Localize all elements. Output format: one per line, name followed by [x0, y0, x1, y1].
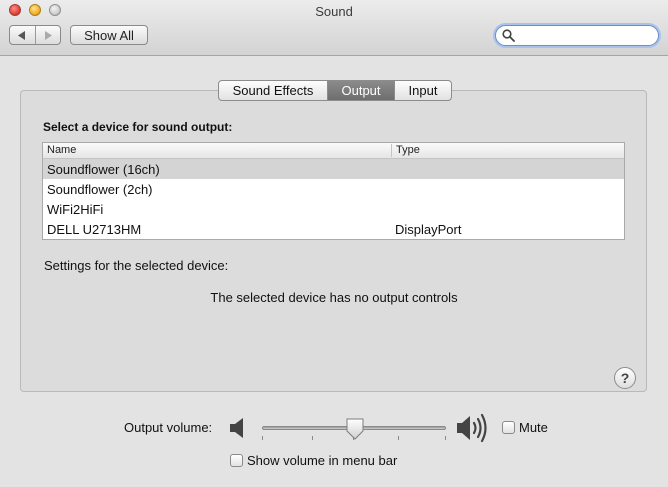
- table-row[interactable]: WiFi2HiFi: [43, 199, 624, 219]
- table-row[interactable]: DELL U2713HM DisplayPort: [43, 219, 624, 239]
- device-name: Soundflower (16ch): [47, 162, 160, 177]
- speaker-high-icon: [457, 413, 487, 443]
- pane-tabs: Sound Effects Output Input: [218, 80, 452, 101]
- table-row[interactable]: Soundflower (16ch): [43, 159, 624, 179]
- tab-output[interactable]: Output: [327, 81, 394, 100]
- mute-label[interactable]: Mute: [519, 420, 548, 435]
- show-all-button[interactable]: Show All: [70, 25, 148, 45]
- help-icon: ?: [620, 370, 630, 386]
- mute-checkbox[interactable]: [502, 421, 515, 434]
- chevron-right-icon: [44, 30, 52, 40]
- device-name: DELL U2713HM: [47, 222, 142, 237]
- window-title: Sound: [315, 4, 353, 19]
- output-volume-slider[interactable]: [261, 418, 447, 444]
- tab-sound-effects[interactable]: Sound Effects: [219, 81, 327, 100]
- show-volume-in-menu-bar-checkbox[interactable]: [230, 454, 243, 467]
- search-icon: [502, 29, 515, 42]
- show-volume-in-menu-bar-label[interactable]: Show volume in menu bar: [247, 453, 397, 468]
- device-type: DisplayPort: [395, 222, 462, 237]
- column-header-type[interactable]: Type: [396, 144, 420, 156]
- output-volume-label: Output volume:: [124, 420, 213, 435]
- output-panel: [20, 90, 647, 392]
- no-output-controls-message: The selected device has no output contro…: [210, 290, 458, 305]
- device-list-heading: Select a device for sound output:: [43, 120, 233, 134]
- forward-button[interactable]: [36, 26, 61, 44]
- slider-tick: [262, 436, 263, 440]
- slider-tick: [445, 436, 446, 440]
- back-forward-control: [9, 25, 61, 45]
- slider-thumb[interactable]: [346, 418, 364, 440]
- device-settings-label: Settings for the selected device:: [44, 258, 229, 273]
- search-field[interactable]: [495, 25, 659, 46]
- column-header-name[interactable]: Name: [47, 144, 76, 156]
- help-button[interactable]: ?: [614, 367, 636, 389]
- slider-tick: [398, 436, 399, 440]
- output-device-table[interactable]: Name Type Soundflower (16ch) Soundflower…: [42, 142, 625, 240]
- sound-preferences-window: Sound Show All Sound Effects Output Inpu…: [0, 0, 668, 487]
- column-divider: [391, 144, 392, 157]
- table-header: Name Type: [43, 143, 624, 159]
- tab-input[interactable]: Input: [394, 81, 451, 100]
- back-button[interactable]: [10, 26, 36, 44]
- device-name: Soundflower (2ch): [47, 182, 153, 197]
- title-bar: Sound Show All: [0, 0, 668, 56]
- chevron-left-icon: [18, 30, 26, 40]
- table-row[interactable]: Soundflower (2ch): [43, 179, 624, 199]
- speaker-low-icon: [230, 418, 243, 438]
- slider-tick: [312, 436, 313, 440]
- search-input[interactable]: [518, 28, 656, 45]
- device-name: WiFi2HiFi: [47, 202, 104, 217]
